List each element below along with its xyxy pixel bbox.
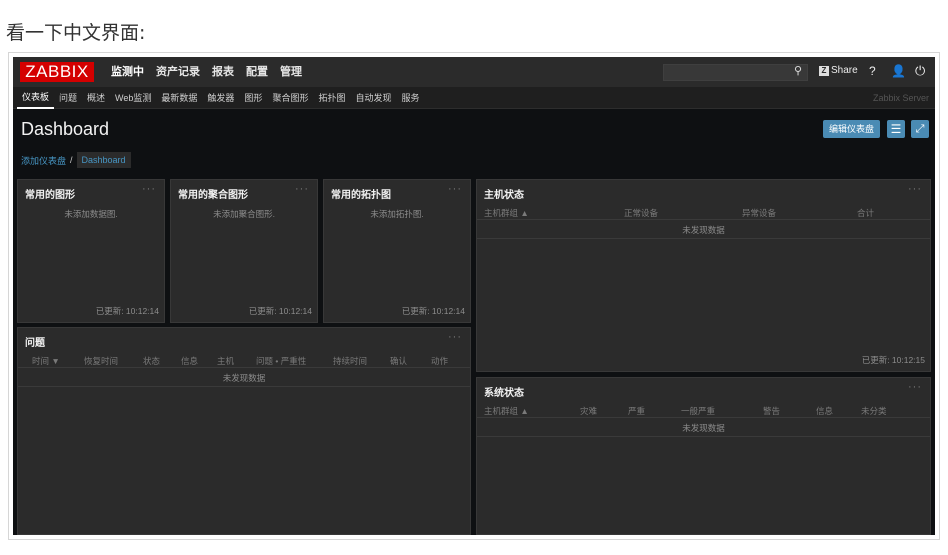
widget-favorite-screens: 常用的聚合图形 ··· 未添加聚合图形. 已更新: 10:12:14: [170, 179, 318, 323]
widget-favorite-maps: 常用的拓扑图 ··· 未添加拓扑图. 已更新: 10:12:14: [323, 179, 471, 323]
search-input[interactable]: [663, 64, 808, 81]
column-host-group[interactable]: 主机群组 ▲: [484, 405, 529, 417]
table-header: 时间 ▼ 恢复时间 状态 信息 主机 问题 • 严重性 持续时间 确认 动作: [18, 352, 470, 368]
page-title: Dashboard: [21, 119, 110, 139]
widget-message: 未添加拓扑图.: [370, 209, 424, 219]
widget-favorite-graphs: 常用的图形 ··· 未添加数据图. 已更新: 10:12:14: [17, 179, 165, 323]
widget-menu-icon[interactable]: ···: [448, 183, 462, 195]
menu-reports[interactable]: 报表: [206, 57, 240, 87]
widget-updated: 已更新: 10:12:14: [95, 306, 159, 316]
widget-title: 常用的图形: [25, 190, 75, 201]
widget-menu-icon[interactable]: ···: [142, 183, 156, 195]
top-navbar: ZABBIX 监测中 资产记录 报表 配置 管理 ⚲ Z Share ? 👤 ⏻: [13, 57, 935, 87]
menu-configuration[interactable]: 配置: [240, 57, 274, 87]
submenu-problems[interactable]: 问题: [54, 87, 82, 109]
widget-menu-icon[interactable]: ···: [908, 381, 922, 393]
menu-administration[interactable]: 管理: [274, 57, 308, 87]
submenu-dashboard[interactable]: 仪表板: [17, 87, 55, 109]
page-caption: 看一下中文界面:: [6, 22, 146, 44]
submenu-latest-data[interactable]: 最新数据: [156, 87, 202, 109]
empty-row: 未发现数据: [18, 369, 470, 387]
widget-title: 问题: [25, 338, 45, 349]
server-name: Zabbix Server: [872, 93, 929, 103]
submenu-graphs[interactable]: 图形: [239, 87, 267, 109]
widget-host-status: 主机状态 ··· 主机群组 ▲ 正常设备 异常设备 合计 未发现数据 已更新: …: [476, 179, 931, 372]
empty-row: 未发现数据: [477, 221, 930, 239]
column-status: 状态: [143, 356, 161, 366]
column-average: 一般严重: [681, 406, 716, 416]
table-header: 主机群组 ▲ 正常设备 异常设备 合计: [477, 204, 930, 220]
column-high: 严重: [628, 406, 646, 416]
screenshot-frame: ZABBIX 监测中 资产记录 报表 配置 管理 ⚲ Z Share ? 👤 ⏻ …: [8, 52, 940, 540]
share-icon: Z: [819, 66, 829, 76]
column-problem: 异常设备: [742, 208, 777, 218]
column-total: 合计: [857, 208, 875, 218]
column-ack: 确认: [390, 356, 408, 366]
user-profile-icon[interactable]: 👤: [891, 64, 906, 78]
submenu-services[interactable]: 服务: [396, 87, 424, 109]
empty-row: 未发现数据: [477, 419, 930, 437]
column-disaster: 灾难: [580, 406, 598, 416]
column-not-classified: 未分类: [861, 406, 887, 416]
column-host: 主机: [217, 356, 235, 366]
column-information: 信息: [816, 406, 834, 416]
widget-menu-icon[interactable]: ···: [448, 331, 462, 343]
breadcrumb-separator: /: [70, 155, 73, 165]
sign-out-icon[interactable]: ⏻: [915, 63, 925, 79]
widget-updated: 已更新: 10:12:14: [248, 306, 312, 316]
breadcrumb: 添加仪表盘 / Dashboard: [21, 151, 131, 169]
share-link[interactable]: Z Share: [819, 65, 858, 76]
submenu-web[interactable]: Web监测: [110, 87, 156, 109]
column-info: 信息: [181, 356, 199, 366]
sub-menu-bar: 仪表板 问题 概述 Web监测 最新数据 触发器 图形 聚合图形 拓扑图 自动发…: [13, 87, 935, 109]
fullscreen-icon[interactable]: ⤢: [911, 120, 929, 138]
column-recovery-time: 恢复时间: [84, 356, 119, 366]
column-warning: 警告: [763, 406, 781, 416]
widget-message: 未添加数据图.: [64, 209, 118, 219]
widget-title: 常用的拓扑图: [331, 190, 391, 201]
edit-dashboard-button[interactable]: 编辑仪表盘: [823, 120, 880, 138]
submenu-overview[interactable]: 概述: [82, 87, 110, 109]
column-ok: 正常设备: [624, 208, 659, 218]
widget-updated: 已更新: 10:12:15: [861, 355, 925, 365]
zabbix-app: ZABBIX 监测中 资产记录 报表 配置 管理 ⚲ Z Share ? 👤 ⏻ …: [13, 57, 935, 535]
widget-problems: 问题 ··· 时间 ▼ 恢复时间 状态 信息 主机 问题 • 严重性 持续时间 …: [17, 327, 471, 535]
widget-message: 未添加聚合图形.: [213, 209, 275, 219]
widget-title: 常用的聚合图形: [178, 190, 248, 201]
column-actions: 动作: [431, 356, 449, 366]
widget-title: 主机状态: [484, 190, 524, 201]
widget-updated: 已更新: 10:12:14: [401, 306, 465, 316]
widget-system-status: 系统状态 ··· 主机群组 ▲ 灾难 严重 一般严重 警告 信息 未分类 未发现…: [476, 377, 931, 535]
submenu-screens[interactable]: 聚合图形: [267, 87, 313, 109]
search-icon[interactable]: ⚲: [794, 64, 802, 77]
widget-menu-icon[interactable]: ···: [908, 183, 922, 195]
breadcrumb-all-dashboards[interactable]: 添加仪表盘: [21, 154, 66, 167]
sub-menu: 仪表板 问题 概述 Web监测 最新数据 触发器 图形 聚合图形 拓扑图 自动发…: [17, 87, 425, 109]
column-time[interactable]: 时间 ▼: [32, 355, 60, 367]
menu-monitoring[interactable]: 监测中: [105, 57, 150, 87]
list-icon[interactable]: ☰: [887, 120, 905, 138]
breadcrumb-current[interactable]: Dashboard: [76, 152, 131, 168]
help-icon[interactable]: ?: [869, 64, 876, 78]
column-host-group[interactable]: 主机群组 ▲: [484, 207, 529, 219]
submenu-triggers[interactable]: 触发器: [202, 87, 239, 109]
column-duration: 持续时间: [333, 356, 368, 366]
submenu-discovery[interactable]: 自动发现: [350, 87, 396, 109]
column-problem-severity[interactable]: 问题 • 严重性: [256, 355, 306, 367]
main-menu: 监测中 资产记录 报表 配置 管理: [105, 57, 308, 87]
submenu-maps[interactable]: 拓扑图: [313, 87, 350, 109]
table-header: 主机群组 ▲ 灾难 严重 一般严重 警告 信息 未分类: [477, 402, 930, 418]
menu-inventory[interactable]: 资产记录: [150, 57, 206, 87]
widget-menu-icon[interactable]: ···: [295, 183, 309, 195]
widget-title: 系统状态: [484, 388, 524, 399]
share-label: Share: [831, 65, 858, 76]
zabbix-logo[interactable]: ZABBIX: [20, 62, 94, 82]
